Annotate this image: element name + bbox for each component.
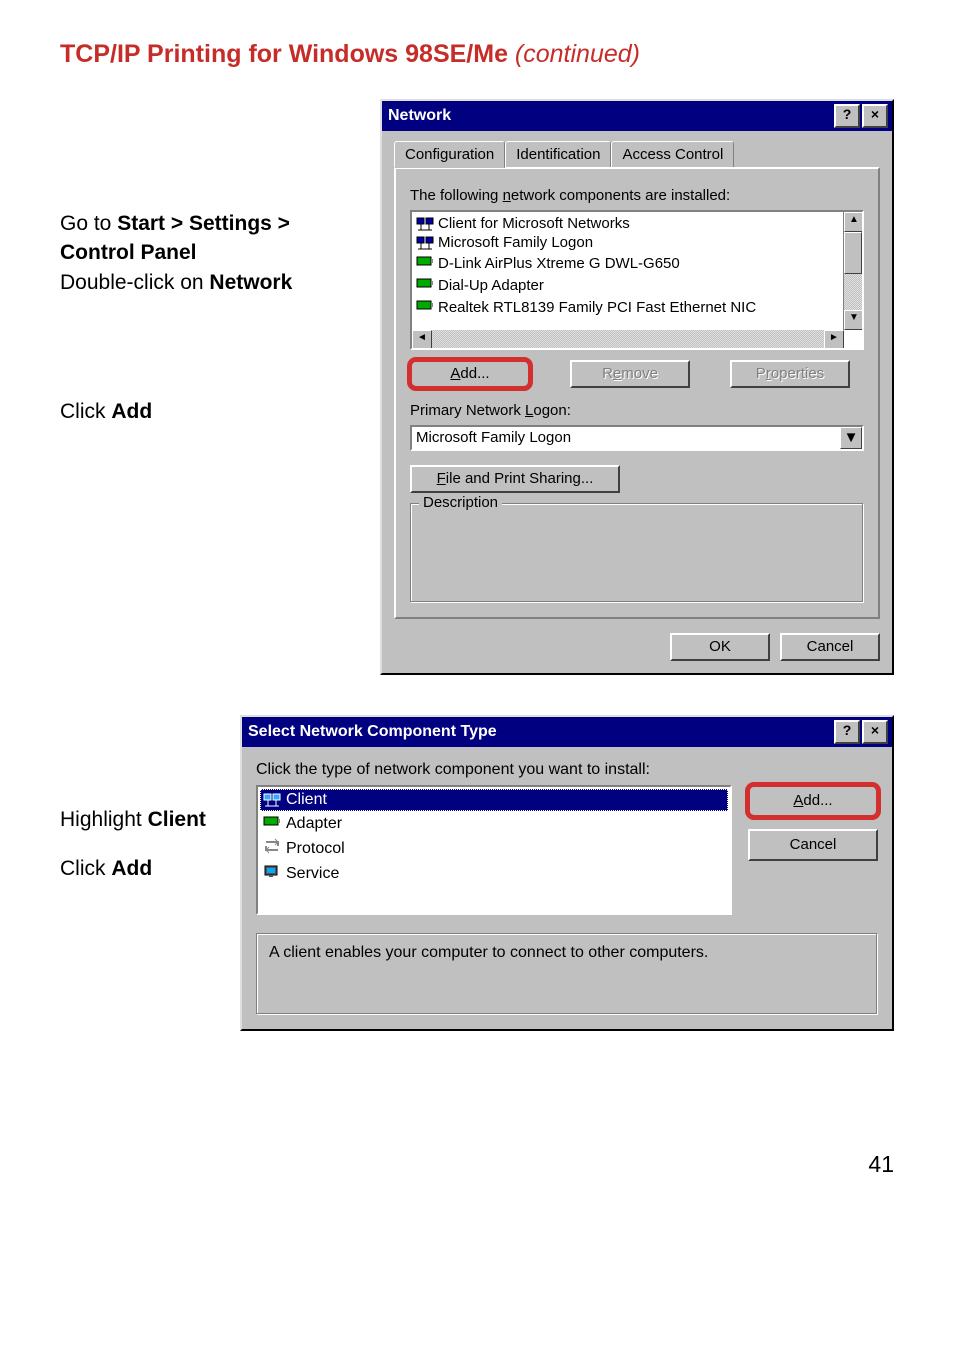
adapter-icon — [263, 813, 281, 834]
tab-configuration[interactable]: Configuration — [394, 141, 505, 168]
item-label: Service — [286, 865, 339, 883]
tab-identification[interactable]: Identification — [505, 141, 611, 167]
list-item[interactable]: Dial-Up Adapter — [414, 274, 842, 296]
file-print-sharing-button[interactable]: File and Print Sharing... — [410, 465, 620, 493]
description-text: A client enables your computer to connec… — [269, 944, 708, 961]
scroll-track[interactable] — [432, 330, 824, 348]
instr-text: Go to — [60, 212, 117, 235]
scroll-right-icon[interactable]: ► — [824, 330, 844, 350]
primary-logon-dropdown[interactable]: Microsoft Family Logon ▼ — [410, 425, 864, 451]
description-box: A client enables your computer to connec… — [256, 933, 878, 1015]
page-number: 41 — [0, 1151, 954, 1178]
instr-bold: Add — [111, 857, 152, 880]
help-button[interactable]: ? — [834, 104, 860, 128]
add-button[interactable]: Add... — [410, 360, 530, 388]
list-item-protocol[interactable]: Protocol — [260, 836, 728, 861]
close-button[interactable]: × — [862, 720, 888, 744]
instr-bold: Client — [148, 808, 206, 831]
instructions-top: Go to Start > Settings > Control Panel D… — [60, 99, 380, 527]
dropdown-value: Microsoft Family Logon — [412, 427, 840, 449]
instructions-bottom: Highlight Client Click Add — [60, 715, 240, 904]
list-item[interactable]: Microsoft Family Logon — [414, 233, 842, 252]
item-label: Dial-Up Adapter — [438, 277, 544, 294]
protocol-icon — [263, 838, 281, 859]
scroll-down-icon[interactable]: ▼ — [844, 310, 864, 330]
title-main: TCP/IP Printing for Windows 98SE/Me — [60, 40, 515, 68]
instr-bold: Network — [209, 271, 292, 294]
components-listbox[interactable]: Client for Microsoft Networks Microsoft … — [410, 210, 864, 350]
properties-button: Properties — [730, 360, 850, 388]
adapter-icon — [416, 275, 434, 295]
instr-text: Click — [60, 400, 111, 423]
list-item-adapter[interactable]: Adapter — [260, 811, 728, 836]
list-item[interactable]: D-Link AirPlus Xtreme G DWL-G650 — [414, 252, 842, 274]
adapter-icon — [416, 253, 434, 273]
scrollbar-vertical[interactable]: ▲ ▼ — [843, 212, 862, 330]
list-item-client[interactable]: Client — [260, 789, 728, 811]
page-title: TCP/IP Printing for Windows 98SE/Me (con… — [60, 40, 894, 69]
item-label: Microsoft Family Logon — [438, 234, 593, 251]
client-icon — [416, 235, 434, 251]
help-button[interactable]: ? — [834, 720, 860, 744]
instr-text: Double-click on — [60, 271, 209, 294]
network-dialog: Network ? × Configuration Identification… — [380, 99, 894, 675]
scrollbar-horizontal[interactable]: ◄ ► — [412, 330, 844, 348]
remove-button: Remove — [570, 360, 690, 388]
item-label: D-Link AirPlus Xtreme G DWL-G650 — [438, 255, 680, 272]
chevron-down-icon[interactable]: ▼ — [840, 427, 862, 449]
client-icon — [416, 216, 434, 232]
ok-button[interactable]: OK — [670, 633, 770, 661]
tab-access-control[interactable]: Access Control — [611, 141, 734, 167]
item-label: Client for Microsoft Networks — [438, 215, 630, 232]
scroll-up-icon[interactable]: ▲ — [844, 212, 864, 232]
description-legend: Description — [419, 494, 502, 511]
titlebar: Network ? × — [382, 101, 892, 131]
instr-bold: Add — [111, 400, 152, 423]
add-button[interactable]: Add... — [748, 785, 878, 817]
instr-text: Highlight — [60, 808, 148, 831]
scroll-left-icon[interactable]: ◄ — [412, 330, 432, 350]
item-label: Realtek RTL8139 Family PCI Fast Ethernet… — [438, 299, 756, 316]
item-label: Protocol — [286, 840, 345, 858]
title-continued: (continued) — [515, 40, 640, 68]
cancel-button[interactable]: Cancel — [748, 829, 878, 861]
item-label: Adapter — [286, 815, 342, 833]
installed-components-label: The following network components are ins… — [410, 187, 864, 204]
instr-text: Click — [60, 857, 111, 880]
dialog-title: Select Network Component Type — [246, 723, 832, 741]
titlebar: Select Network Component Type ? × — [242, 717, 892, 747]
client-icon — [263, 792, 281, 808]
scroll-thumb[interactable] — [844, 232, 862, 274]
adapter-icon — [416, 297, 434, 317]
list-item-service[interactable]: Service — [260, 861, 728, 886]
close-button[interactable]: × — [862, 104, 888, 128]
primary-logon-label: Primary Network Logon: — [410, 402, 864, 419]
list-item[interactable]: Client for Microsoft Networks — [414, 214, 842, 233]
service-icon — [263, 863, 281, 884]
cancel-button[interactable]: Cancel — [780, 633, 880, 661]
component-prompt: Click the type of network component you … — [256, 761, 878, 779]
dialog-title: Network — [386, 107, 832, 125]
description-groupbox: Description — [410, 503, 864, 603]
item-label: Client — [286, 791, 327, 809]
component-type-listbox[interactable]: Client Adapter Protocol Service — [256, 785, 732, 915]
scroll-track[interactable] — [844, 274, 862, 310]
select-component-dialog: Select Network Component Type ? × Click … — [240, 715, 894, 1031]
list-item[interactable]: Realtek RTL8139 Family PCI Fast Ethernet… — [414, 296, 842, 318]
